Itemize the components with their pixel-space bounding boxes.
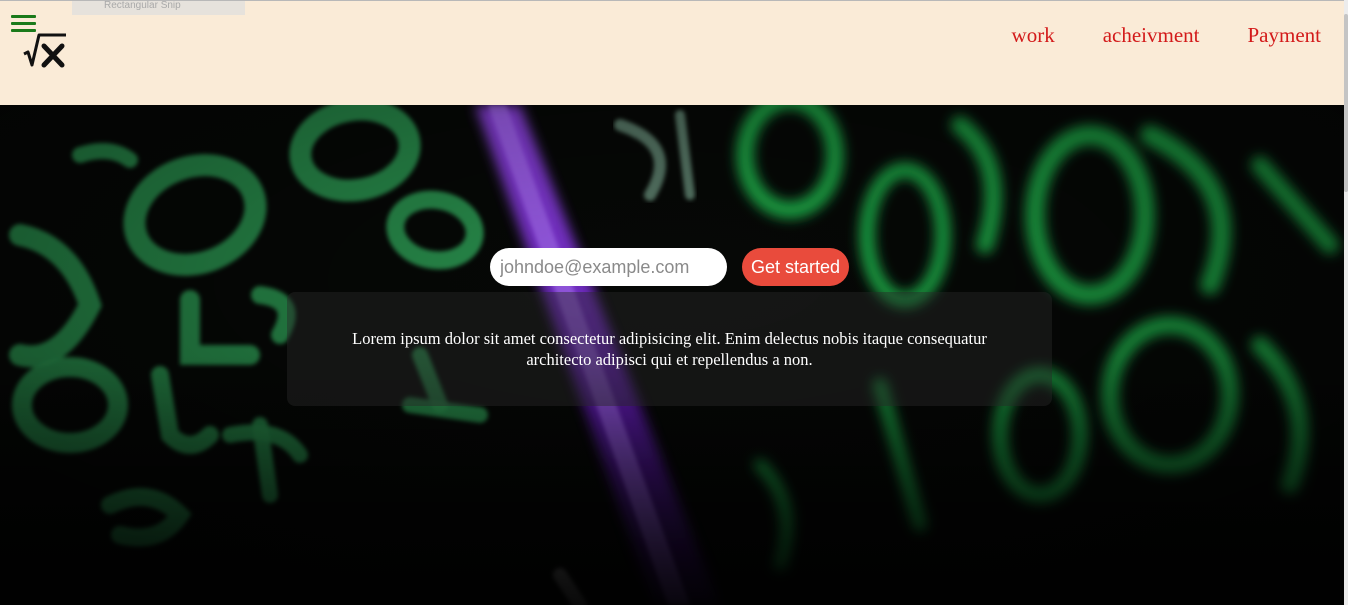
hero-description: Lorem ipsum dolor sit amet consectetur a… [352,329,987,369]
hero-description-box: Lorem ipsum dolor sit amet consectetur a… [287,292,1052,406]
nav-link-work[interactable]: work [1012,21,1055,49]
hero-section: Get started Lorem ipsum dolor sit amet c… [0,105,1344,605]
top-navbar: Rectangular Snip work acheivment Payment [0,0,1348,105]
email-input[interactable] [490,248,727,286]
main-nav: work acheivment Payment [964,21,1321,49]
scrollbar-thumb[interactable] [1344,14,1348,192]
signup-form: Get started [490,248,849,286]
get-started-button[interactable]: Get started [742,248,849,286]
nav-link-acheivment[interactable]: acheivment [1103,21,1200,49]
square-root-x-logo [23,33,66,68]
snip-tool-tab: Rectangular Snip [72,1,245,15]
page-scrollbar[interactable] [1344,0,1348,605]
nav-link-payment[interactable]: Payment [1248,21,1322,49]
